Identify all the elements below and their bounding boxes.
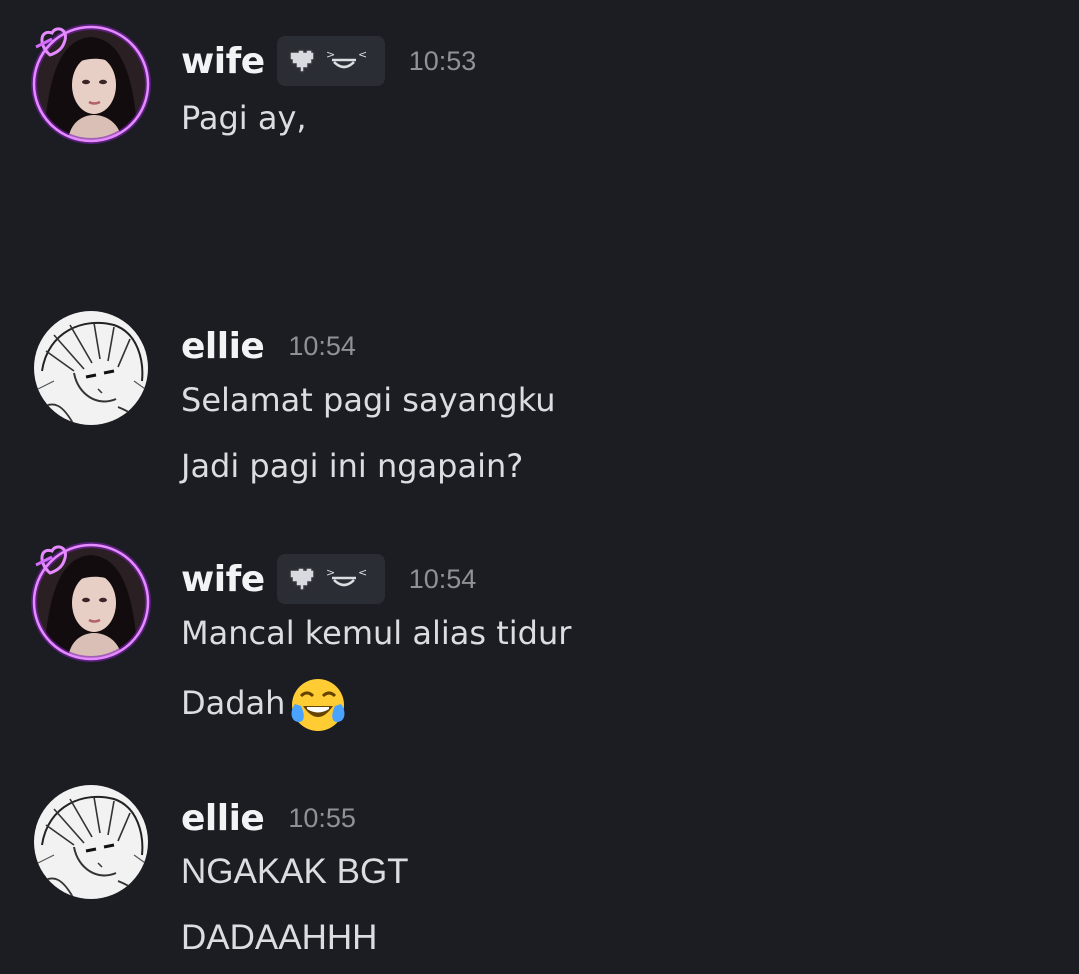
user-avatar[interactable] xyxy=(34,785,148,899)
svg-text:<: < xyxy=(358,566,367,579)
message-timestamp: 10:55 xyxy=(288,802,356,833)
manga-sketch-avatar xyxy=(34,311,148,425)
pixel-heart-icon: > < xyxy=(288,566,367,591)
username[interactable]: ellie xyxy=(181,326,265,367)
message-header: ellie 10:54 xyxy=(181,318,356,374)
pixel-heart-icon: > < xyxy=(288,48,367,73)
message-header: wife > < 10:54 xyxy=(181,551,476,607)
message-timestamp: 10:54 xyxy=(288,330,356,361)
user-tag-badge[interactable]: > < xyxy=(276,36,385,86)
message-text: Jadi pagi ini ngapain? xyxy=(181,447,524,485)
message-text: Mancal kemul alias tidur xyxy=(181,614,572,652)
girl-portrait-avatar xyxy=(34,545,148,659)
username[interactable]: ellie xyxy=(181,798,265,839)
girl-portrait-avatar xyxy=(34,27,148,141)
user-avatar[interactable] xyxy=(34,27,148,141)
user-avatar[interactable] xyxy=(34,545,148,659)
manga-sketch-avatar xyxy=(34,785,148,899)
user-avatar[interactable] xyxy=(34,311,148,425)
message-header: ellie 10:55 xyxy=(181,790,356,846)
message-timestamp: 10:54 xyxy=(408,563,477,594)
message-text: Dadah xyxy=(181,684,286,722)
svg-text:<: < xyxy=(358,48,367,61)
message-header: wife > < 10:53 xyxy=(181,33,476,89)
message-text: NGAKAK BGT xyxy=(181,852,409,891)
username[interactable]: wife xyxy=(181,559,265,600)
message-text: Pagi ay, xyxy=(181,99,307,137)
message-timestamp: 10:53 xyxy=(408,45,477,76)
message-text: Selamat pagi sayangku xyxy=(181,381,556,419)
username[interactable]: wife xyxy=(181,41,265,82)
user-tag-badge[interactable]: > < xyxy=(276,554,385,604)
tears-of-joy-emoji[interactable] xyxy=(289,676,347,734)
message-text-with-emoji: Dadah xyxy=(181,676,347,734)
message-text: DADAAHHH xyxy=(181,918,378,957)
